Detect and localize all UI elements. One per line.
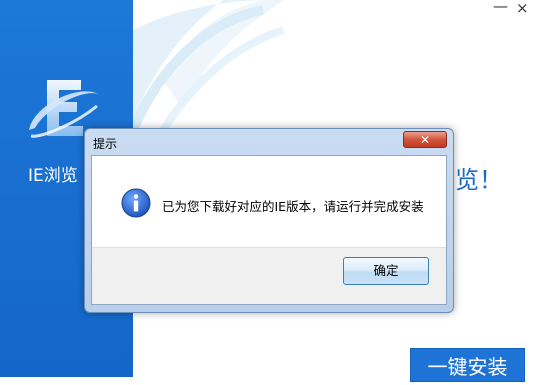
dialog-footer: 确定 — [92, 247, 446, 304]
minimize-icon[interactable]: — — [493, 0, 508, 14]
info-icon — [121, 188, 151, 218]
ok-button[interactable]: 确定 — [343, 257, 429, 285]
dialog-close-button[interactable]: ✕ — [403, 131, 447, 148]
close-icon: ✕ — [419, 133, 431, 147]
dialog-body: 已为您下载好对应的IE版本，请运行并完成安装 确定 — [91, 155, 447, 305]
prompt-dialog: 提示 ✕ 已为您下载好对应的IE版本，请运行并完成安装 确定 — [84, 128, 454, 313]
close-icon[interactable]: × — [516, 1, 529, 16]
product-name: IE浏览 — [28, 166, 78, 186]
dialog-message: 已为您下载好对应的IE版本，请运行并完成安装 — [162, 199, 424, 214]
dialog-title: 提示 — [93, 137, 118, 151]
installer-heading: 览！ — [455, 166, 503, 194]
